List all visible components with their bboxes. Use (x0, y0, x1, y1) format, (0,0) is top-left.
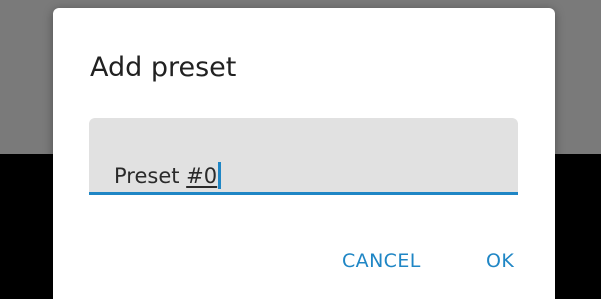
input-value-text: Preset (114, 164, 187, 188)
text-cursor (218, 162, 222, 189)
ok-button[interactable]: OK (486, 248, 514, 274)
preset-name-input[interactable]: Preset #0 (89, 118, 518, 195)
cancel-button[interactable]: CANCEL (342, 248, 421, 274)
input-composing-text: #0 (186, 164, 218, 188)
input-underline (89, 192, 518, 195)
dialog-title: Add preset (90, 52, 237, 83)
add-preset-dialog: Add preset Preset #0 CANCEL OK (53, 8, 555, 299)
preset-name-input-value[interactable]: Preset #0 (114, 162, 222, 190)
dialog-actions: CANCEL OK (53, 248, 555, 276)
